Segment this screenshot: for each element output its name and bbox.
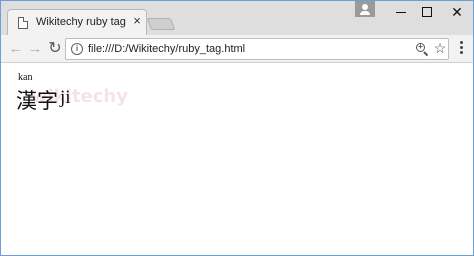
document-icon [18, 17, 28, 29]
menu-dot [459, 41, 463, 44]
tab-title: Wikitechy ruby tag [36, 16, 126, 28]
forward-arrow-icon[interactable]: → [25, 39, 45, 59]
maximize-button[interactable] [413, 1, 441, 23]
tab-strip: Wikitechy ruby tag × ✕ [1, 1, 473, 35]
minimize-button[interactable] [387, 1, 415, 23]
new-tab-button[interactable] [146, 18, 176, 30]
profile-body [360, 11, 370, 15]
zoom-icon[interactable]: + [415, 42, 429, 57]
profile-head [362, 4, 368, 10]
menu-dots-icon[interactable] [455, 41, 467, 57]
user-icon[interactable] [355, 1, 375, 17]
page-content: wikitechy kan 漢字 ji [1, 64, 473, 255]
back-arrow-icon[interactable]: ← [6, 39, 26, 59]
ruby-annotation: kan [18, 72, 33, 83]
tab-wikitechy-ruby-tag[interactable]: Wikitechy ruby tag × [7, 9, 147, 35]
minimize-icon [396, 12, 406, 13]
menu-dot [459, 51, 463, 54]
reload-icon[interactable]: ↻ [45, 39, 65, 59]
tab-close-icon[interactable]: × [130, 14, 144, 28]
menu-dot [459, 46, 463, 49]
ruby-base-text: 漢字 [16, 89, 58, 113]
bookmark-star-icon[interactable]: ☆ [432, 40, 448, 56]
browser-toolbar: ← → ↻ i file:///D:/Wikitechy/ruby_tag.ht… [1, 35, 473, 63]
close-window-button[interactable]: ✕ [443, 1, 471, 23]
address-bar[interactable]: i file:///D:/Wikitechy/ruby_tag.html + ☆ [65, 38, 449, 60]
info-icon[interactable]: i [71, 43, 83, 55]
browser-window: Wikitechy ruby tag × ✕ ← → ↻ i file:///D… [0, 0, 474, 256]
trailing-text: ji [60, 87, 71, 108]
zoom-handle [423, 51, 429, 57]
zoom-plus: + [418, 42, 423, 51]
url-text[interactable]: file:///D:/Wikitechy/ruby_tag.html [88, 43, 245, 55]
maximize-icon [422, 7, 432, 17]
